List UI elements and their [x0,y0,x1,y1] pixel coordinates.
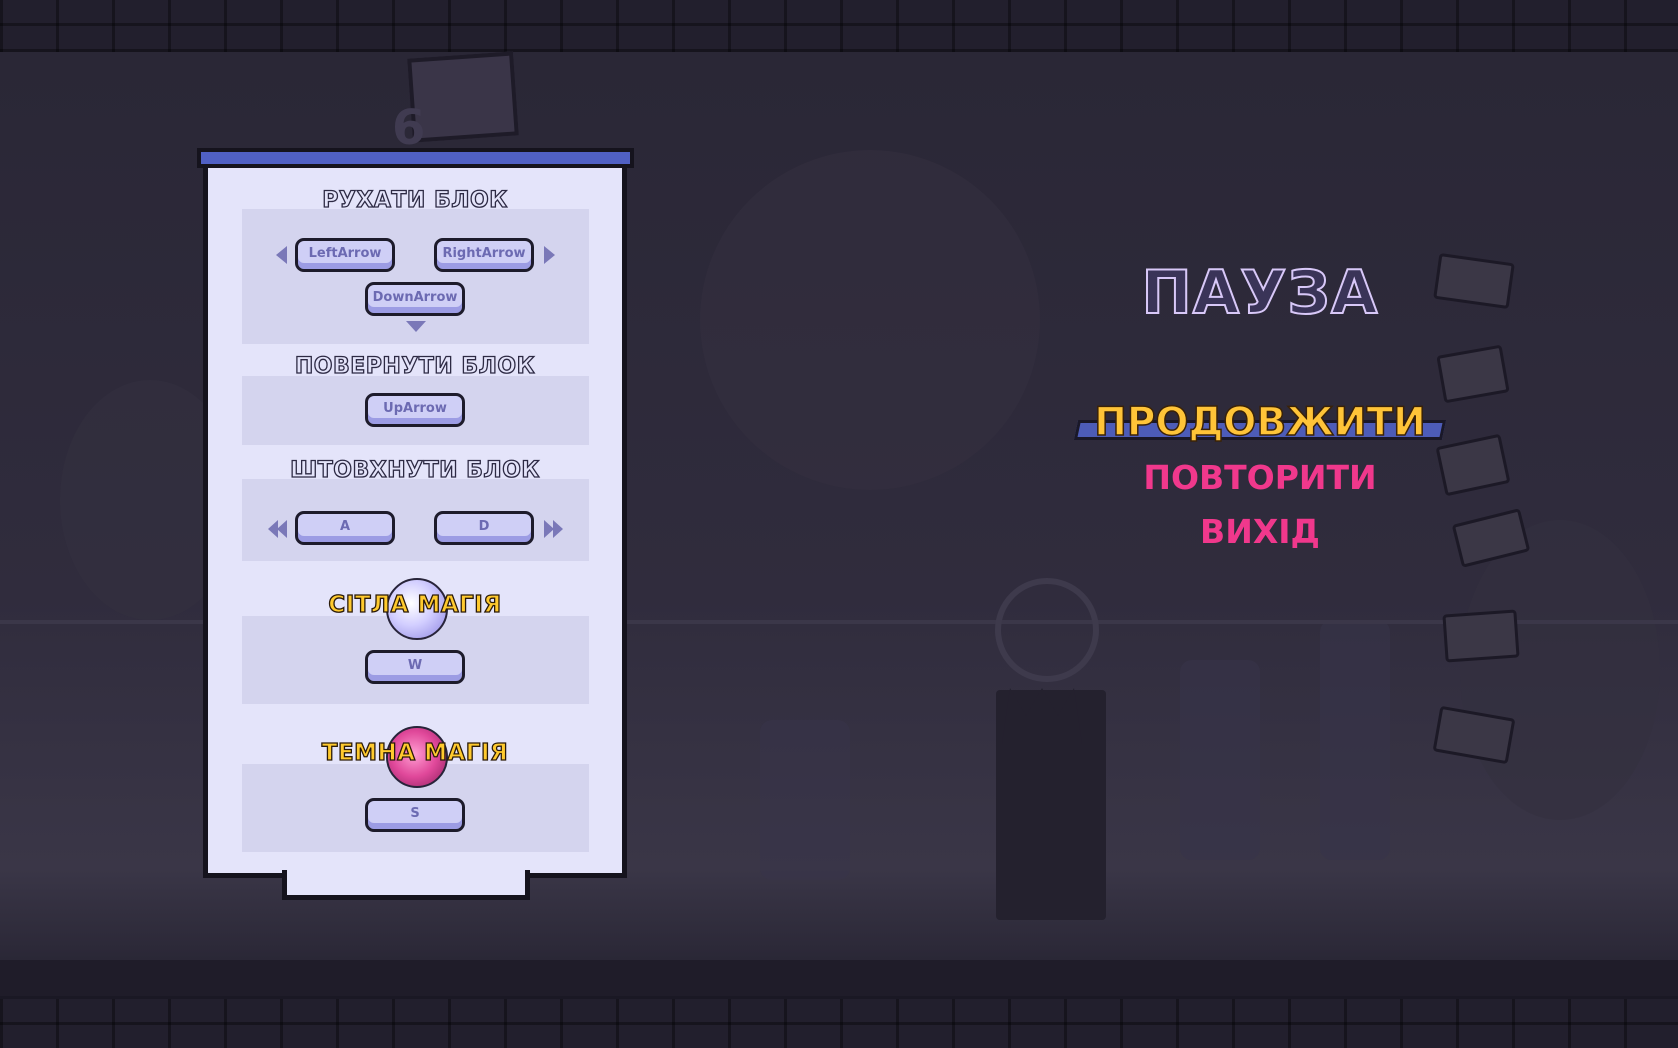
arrow-down-icon [406,321,426,332]
menu-continue-button[interactable]: ПРОДОВЖИТИ [1060,399,1460,446]
panel-top-bar [197,148,634,168]
double-arrow-left-icon [277,520,287,538]
key-d[interactable]: D [434,511,534,545]
key-a[interactable]: A [295,511,395,545]
light-magic-title: СІТЛА МАГІЯ [328,591,502,618]
key-w[interactable]: W [365,650,465,684]
floor [0,960,1678,996]
key-left-arrow[interactable]: LeftArrow [295,238,395,272]
background-rock [1460,520,1660,820]
arrow-left-icon [276,246,287,264]
rotate-block-title: ПОВЕРНУТИ БЛОК [294,353,536,379]
dark-magic-title: ТЕМНА МАГІЯ [321,739,509,766]
menu-retry-button[interactable]: ПОВТОРИТИ [1060,458,1460,497]
brick-ceiling [0,0,1678,55]
background-pillar [1320,620,1390,860]
arrow-right-icon [544,246,555,264]
key-down-arrow[interactable]: DownArrow [365,282,465,316]
menu-exit-button[interactable]: ВИХІД [1060,512,1460,551]
key-up-arrow[interactable]: UpArrow [365,393,465,427]
ring-decoration [995,578,1099,682]
tetromino-icon [1442,609,1520,663]
background-pillar [760,720,850,880]
move-block-title: РУХАТИ БЛОК [322,187,508,213]
brick-floor [0,996,1678,1048]
pause-title: ПАУЗА [1141,257,1379,329]
key-right-arrow[interactable]: RightArrow [434,238,534,272]
double-arrow-right-icon [553,520,563,538]
push-block-title: ШТОВХНУТИ БЛОК [289,457,540,483]
tower-crown [1002,688,1082,744]
panel-bottom-tab [282,870,530,900]
background-cloud [700,150,1040,490]
background-pillar [1180,660,1260,860]
key-s[interactable]: S [365,798,465,832]
